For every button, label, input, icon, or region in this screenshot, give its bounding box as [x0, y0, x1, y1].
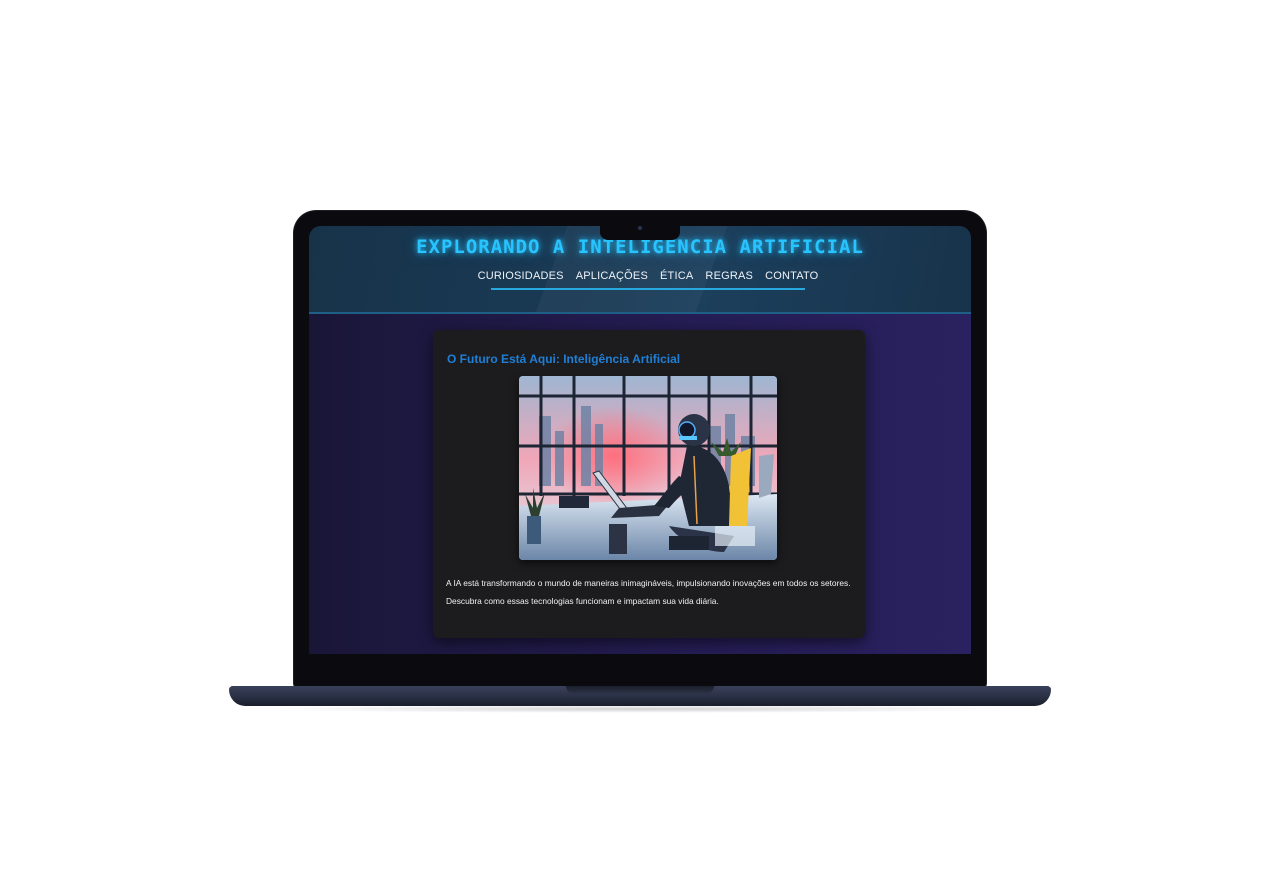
- robot-at-laptop-illustration-icon: [519, 376, 777, 560]
- hero-card: O Futuro Está Aqui: Inteligência Artific…: [433, 330, 865, 638]
- nav-regras[interactable]: REGRAS: [705, 268, 753, 286]
- hero-heading: O Futuro Está Aqui: Inteligência Artific…: [447, 352, 681, 366]
- nav-contato[interactable]: CONTATO: [765, 268, 818, 286]
- nav-etica[interactable]: ÉTICA: [660, 268, 693, 286]
- laptop-shadow: [260, 705, 1020, 713]
- browser-screen: EXPLORANDO A INTELIGÊNCIA ARTIFICIAL CUR…: [309, 226, 971, 654]
- hero-description: A IA está transformando o mundo de manei…: [446, 578, 851, 606]
- laptop-hinge-groove: [566, 686, 714, 694]
- hero-image: [519, 376, 777, 560]
- nav-aplicacoes[interactable]: APLICAÇÕES: [576, 268, 648, 286]
- main-nav: CURIOSIDADES APLICAÇÕES ÉTICA REGRAS CON…: [478, 268, 818, 290]
- camera-icon: [638, 226, 642, 230]
- nav-curiosidades[interactable]: CURIOSIDADES: [478, 268, 564, 286]
